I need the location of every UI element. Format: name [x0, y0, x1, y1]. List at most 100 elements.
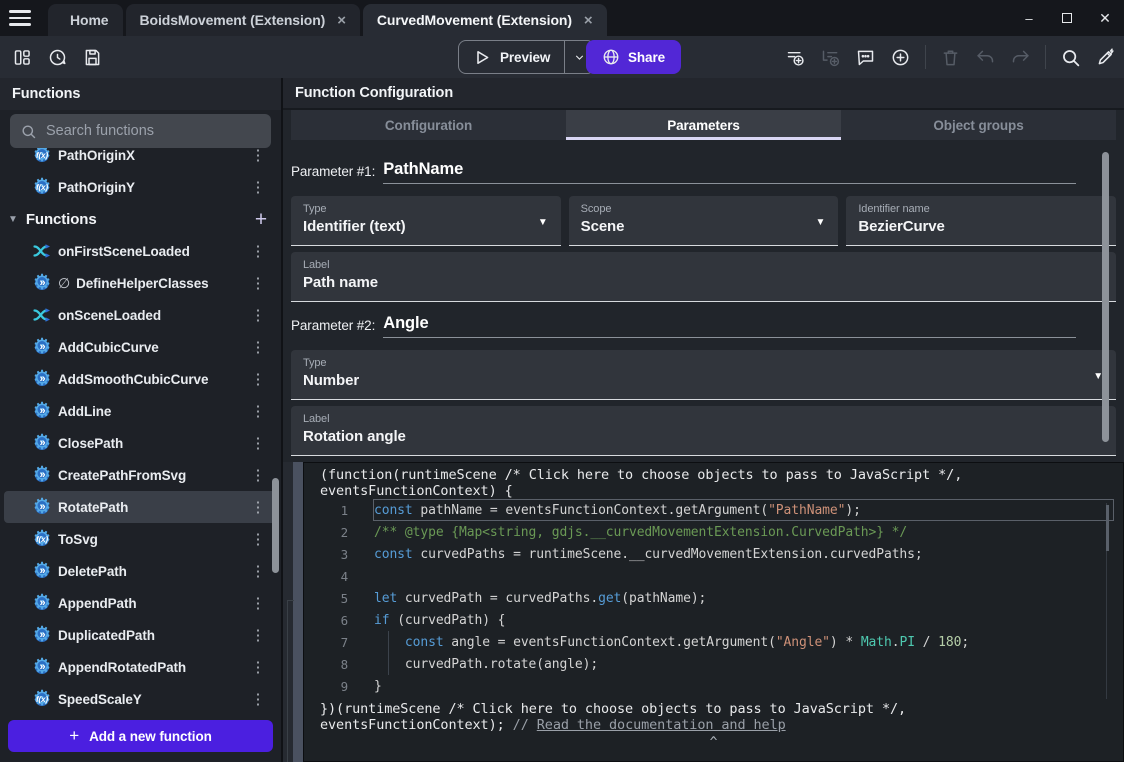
editor-scrollbar-thumb[interactable]	[1106, 505, 1109, 551]
minimize-button[interactable]: –	[1010, 0, 1048, 36]
tab-curvedmovement-extension-[interactable]: CurvedMovement (Extension)×	[363, 4, 607, 36]
code-expander-caret[interactable]: ^	[304, 735, 1123, 750]
code-line[interactable]: 6if (curvedPath) {	[304, 609, 1123, 631]
item-menu-icon[interactable]: ⋮	[249, 466, 267, 484]
item-menu-icon[interactable]: ⋮	[249, 690, 267, 708]
sidebar-item-definehelperclasses[interactable]: ⚙»∅DefineHelperClasses ⋮	[4, 267, 277, 299]
code-line[interactable]: 7 const angle = eventsFunctionContext.ge…	[304, 631, 1123, 653]
dropdown-type[interactable]: Type Number▼	[291, 350, 1116, 400]
hamburger-menu-icon[interactable]	[0, 0, 40, 36]
documentation-link[interactable]: Read the documentation and help	[537, 717, 786, 733]
item-menu-icon[interactable]: ⋮	[249, 370, 267, 388]
title-bar: HomeBoidsMovement (Extension)×CurvedMove…	[0, 0, 1124, 36]
search-functions-box[interactable]	[10, 114, 271, 148]
preview-button[interactable]: Preview	[458, 40, 595, 74]
play-icon	[471, 47, 492, 68]
sidebar-item-closepath[interactable]: ⚙»ClosePath ⋮	[4, 427, 277, 459]
sidebar-item-pathoriginx[interactable]: ⚙f(x)PathOriginX ⋮	[4, 148, 277, 171]
sidebar-item-tosvg[interactable]: ⚙f(x)ToSvg ⋮	[4, 523, 277, 555]
dropdown-scope[interactable]: Scope Scene▼	[569, 196, 839, 246]
close-button[interactable]: ✕	[1086, 0, 1124, 36]
sidebar-item-speedscaley[interactable]: ⚙f(x)SpeedScaleY ⋮	[4, 683, 277, 715]
item-menu-icon[interactable]: ⋮	[249, 498, 267, 516]
code-line[interactable]: 4	[304, 565, 1123, 587]
tab-object-groups[interactable]: Object groups	[841, 110, 1116, 140]
sidebar-item-onfirstsceneloaded[interactable]: onFirstSceneLoaded ⋮	[4, 235, 277, 267]
add-event-icon[interactable]	[785, 47, 806, 68]
code-text: curvedPath.rotate(angle);	[374, 654, 1113, 674]
add-other-event-icon[interactable]	[890, 47, 911, 68]
parameters-scrollbar[interactable]	[1102, 152, 1109, 442]
tab-parameters[interactable]: Parameters	[566, 110, 841, 140]
sidebar-item-addcubiccurve[interactable]: ⚙»AddCubicCurve ⋮	[4, 331, 277, 363]
item-menu-icon[interactable]: ⋮	[249, 626, 267, 644]
preview-button-main[interactable]: Preview	[459, 41, 564, 73]
footer-line-2[interactable]: eventsFunctionContext);	[320, 717, 513, 733]
item-menu-icon[interactable]: ⋮	[249, 530, 267, 548]
edit-mode-icon[interactable]	[1095, 47, 1116, 68]
input-label[interactable]: Label Rotation angle	[291, 406, 1116, 456]
window-controls: –✕	[1010, 0, 1124, 36]
action-function-icon: ⚙»	[32, 337, 52, 357]
sidebar-item-deletepath[interactable]: ⚙»DeletePath ⋮	[4, 555, 277, 587]
panels-icon[interactable]	[12, 47, 33, 68]
add-new-function-button[interactable]: + Add a new function	[8, 720, 273, 752]
sidebar-item-rotatepath[interactable]: ⚙»RotatePath ⋮	[4, 491, 277, 523]
sidebar-item-addsmoothcubiccurve[interactable]: ⚙»AddSmoothCubicCurve ⋮	[4, 363, 277, 395]
code-line[interactable]: 3const curvedPaths = runtimeScene.__curv…	[304, 543, 1123, 565]
item-menu-icon[interactable]: ⋮	[249, 338, 267, 356]
sidebar-item-duplicatedpath[interactable]: ⚙»DuplicatedPath ⋮	[4, 619, 277, 651]
code-line[interactable]: 8 curvedPath.rotate(angle);	[304, 653, 1123, 675]
search-icon[interactable]	[1060, 47, 1081, 68]
history-icon[interactable]	[47, 47, 68, 68]
sidebar-scrollbar[interactable]	[272, 478, 279, 573]
field-value: BezierCurve	[858, 218, 1104, 235]
save-icon[interactable]	[82, 47, 103, 68]
field-label: Label	[303, 259, 1104, 271]
input-label[interactable]: Label Path name	[291, 252, 1116, 302]
add-function-label: Add a new function	[89, 729, 212, 744]
dropdown-type[interactable]: Type Identifier (text)▼	[291, 196, 561, 246]
close-tab-icon[interactable]: ×	[337, 13, 346, 28]
item-menu-icon[interactable]: ⋮	[249, 242, 267, 260]
redo-icon	[1010, 47, 1031, 68]
add-function-plus-icon[interactable]: +	[255, 209, 267, 230]
parameter-name-input[interactable]: Angle	[383, 314, 1076, 338]
event-selection-rail[interactable]	[293, 462, 303, 762]
action-function-icon: ⚙»	[32, 561, 52, 581]
item-menu-icon[interactable]: ⋮	[249, 148, 267, 164]
footer-line-1[interactable]: })(runtimeScene /* Click here to choose …	[320, 701, 906, 717]
code-text	[374, 566, 1113, 586]
add-comment-icon[interactable]	[855, 47, 876, 68]
parameter-name-input[interactable]: PathName	[383, 160, 1076, 184]
item-menu-icon[interactable]: ⋮	[249, 274, 267, 292]
search-functions-input[interactable]	[46, 123, 261, 139]
input-identifier-name[interactable]: Identifier name BezierCurve	[846, 196, 1116, 246]
sidebar-item-createpathfromsvg[interactable]: ⚙»CreatePathFromSvg ⋮	[4, 459, 277, 491]
item-menu-icon[interactable]: ⋮	[249, 658, 267, 676]
js-code-header[interactable]: (function(runtimeScene /* Click here to …	[304, 467, 1123, 499]
sidebar-item-appendrotatedpath[interactable]: ⚙»AppendRotatedPath ⋮	[4, 651, 277, 683]
chevron-down-icon[interactable]: ▼	[8, 214, 18, 225]
tab-home[interactable]: Home	[48, 4, 123, 36]
maximize-button[interactable]	[1048, 0, 1086, 36]
code-line[interactable]: 2/** @type {Map<string, gdjs.__curvedMov…	[304, 521, 1123, 543]
item-menu-icon[interactable]: ⋮	[249, 434, 267, 452]
sidebar-item-onsceneloaded[interactable]: onSceneLoaded ⋮	[4, 299, 277, 331]
code-line[interactable]: 9}	[304, 675, 1123, 697]
sidebar-item-addline[interactable]: ⚙»AddLine ⋮	[4, 395, 277, 427]
item-menu-icon[interactable]: ⋮	[249, 178, 267, 196]
code-line[interactable]: 5let curvedPath = curvedPaths.get(pathNa…	[304, 587, 1123, 609]
tab-configuration[interactable]: Configuration	[291, 110, 566, 140]
code-line[interactable]: 1const pathName = eventsFunctionContext.…	[304, 499, 1123, 521]
item-menu-icon[interactable]: ⋮	[249, 306, 267, 324]
share-button[interactable]: Share	[586, 40, 681, 74]
tab-boidsmovement-extension-[interactable]: BoidsMovement (Extension)×	[126, 4, 360, 36]
javascript-code-editor[interactable]: (function(runtimeScene /* Click here to …	[303, 462, 1124, 762]
item-menu-icon[interactable]: ⋮	[249, 594, 267, 612]
close-tab-icon[interactable]: ×	[584, 13, 593, 28]
item-menu-icon[interactable]: ⋮	[249, 402, 267, 420]
item-menu-icon[interactable]: ⋮	[249, 562, 267, 580]
sidebar-item-appendpath[interactable]: ⚙»AppendPath ⋮	[4, 587, 277, 619]
sidebar-item-pathoriginy[interactable]: ⚙f(x)PathOriginY ⋮	[4, 171, 277, 203]
